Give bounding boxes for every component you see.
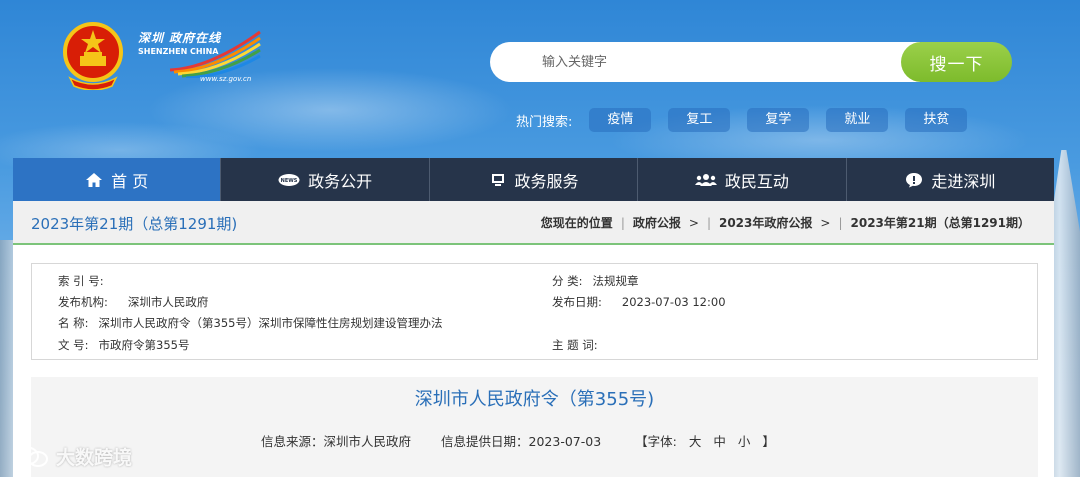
nav-item-label: 政务服务 — [514, 171, 579, 191]
monitor-icon — [491, 173, 504, 186]
breadcrumb-link[interactable]: 2023年第21期（总第1291期） — [851, 214, 1031, 231]
wechat-icon — [15, 446, 48, 467]
divider: | — [706, 215, 711, 230]
nav-item-label: 首 页 — [111, 171, 149, 191]
meta-value: 2023-07-03 12:00 — [621, 295, 726, 309]
hot-search-tag[interactable]: 疫情 — [589, 108, 652, 132]
font-close: 】 — [762, 434, 775, 449]
document-info: 信息来源：深圳市人民政府 信息提供日期：2023-07-03 【字体: 大 中 … — [261, 431, 779, 450]
font-small-button[interactable]: 小 — [738, 434, 751, 449]
meta-value: 法规规章 — [592, 274, 639, 288]
meta-label: 主 题 词: — [552, 338, 598, 352]
nav-item-interaction[interactable]: 政民互动 — [638, 158, 847, 201]
chevron-right-icon: > — [688, 215, 699, 230]
search-bar: 搜一下 — [490, 42, 1012, 82]
search-button[interactable]: 搜一下 — [901, 42, 1012, 82]
national-emblem-icon — [63, 22, 123, 90]
hot-search-tag[interactable]: 复工 — [668, 108, 731, 132]
issue-title: 2023年第21期（总第1291期) — [31, 215, 238, 233]
divider: | — [620, 215, 625, 230]
hot-search-tag[interactable]: 扶贫 — [905, 108, 968, 132]
meta-value: 深圳市人民政府令（第355号）深圳市保障性住房规划建设管理办法 — [98, 316, 443, 330]
meta-index: 索 引 号: — [58, 273, 114, 289]
info-source: 信息来源：深圳市人民政府 — [261, 434, 412, 449]
font-size-switcher: 【字体: 大 中 小 】 — [631, 431, 779, 450]
chat-icon — [906, 172, 923, 187]
svg-text:NEWS: NEWS — [281, 178, 298, 184]
chevron-right-icon: > — [820, 215, 831, 230]
meta-subject: 主 题 词: — [552, 337, 608, 353]
main-nav: 首 页 NEWS 政务公开 政务服务 政民互动 走进深圳 — [13, 158, 1054, 201]
meta-name: 名 称: 深圳市人民政府令（第355号）深圳市保障性住房规划建设管理办法 — [58, 315, 442, 331]
logo-url-text: www.sz.gov.cn — [200, 75, 252, 83]
watermark-text: 大数跨境 — [56, 447, 133, 469]
nav-item-gov-services[interactable]: 政务服务 — [430, 158, 639, 201]
hot-search-tag[interactable]: 就业 — [826, 108, 889, 132]
meta-label: 文 号: — [58, 338, 89, 352]
breadcrumb: 您现在的位置 | 政府公报 > | 2023年政府公报 > | 2023年第21… — [541, 214, 1030, 231]
meta-publisher: 发布机构: 深圳市人民政府 — [58, 294, 208, 310]
meta-value: 深圳市人民政府 — [127, 295, 209, 309]
hot-search-label: 热门搜索: — [516, 114, 573, 130]
news-icon: NEWS — [278, 173, 300, 186]
meta-category: 分 类: 法规规章 — [552, 273, 639, 289]
watermark: 大数跨境 — [14, 443, 132, 470]
font-medium-button[interactable]: 中 — [713, 434, 726, 449]
meta-label: 索 引 号: — [58, 274, 104, 288]
document-metadata: 索 引 号: 分 类: 法规规章 发布机构: 深圳市人民政府 发布日期: 2023-0… — [31, 263, 1038, 360]
people-icon — [694, 173, 717, 186]
breadcrumb-link[interactable]: 政府公报 — [633, 214, 681, 231]
divider: | — [838, 215, 843, 230]
nav-item-home[interactable]: 首 页 — [13, 158, 222, 201]
nav-item-label: 政务公开 — [308, 171, 373, 191]
meta-label: 发布日期: — [552, 295, 602, 309]
meta-docno: 文 号: 市政府令第355号 — [58, 337, 189, 353]
meta-label: 分 类: — [552, 274, 583, 288]
meta-date: 发布日期: 2023-07-03 12:00 — [552, 294, 726, 310]
document-header: 深圳市人民政府令（第355号) 信息来源：深圳市人民政府 信息提供日期：2023… — [31, 377, 1038, 477]
meta-label: 发布机构: — [58, 295, 108, 309]
location-label: 您现在的位置 — [540, 216, 613, 230]
nav-item-label: 走进深圳 — [931, 171, 996, 191]
font-large-button[interactable]: 大 — [689, 434, 702, 449]
hot-search: 热门搜索: 疫情 复工 复学 就业 扶贫 — [516, 108, 984, 132]
nav-item-label: 政民互动 — [724, 171, 789, 191]
breadcrumb-link[interactable]: 2023年政府公报 — [719, 214, 812, 231]
nav-item-gov-affairs[interactable]: NEWS 政务公开 — [221, 158, 430, 201]
hot-search-tag[interactable]: 复学 — [747, 108, 810, 132]
meta-label: 名 称: — [58, 316, 89, 330]
building-decoration — [0, 240, 14, 477]
meta-value: 市政府令第355号 — [98, 338, 190, 352]
info-date: 信息提供日期：2023-07-03 — [441, 434, 602, 449]
nav-item-about-shenzhen[interactable]: 走进深圳 — [847, 158, 1054, 201]
breadcrumb-bar: 2023年第21期（总第1291期) 您现在的位置 | 政府公报 > | 202… — [13, 201, 1054, 245]
font-label: 【字体: — [635, 434, 677, 449]
shenzhen-logo-swoosh-icon — [170, 30, 261, 78]
document-title: 深圳市人民政府令（第355号) — [414, 389, 655, 410]
home-icon — [86, 172, 103, 187]
search-input[interactable] — [490, 42, 920, 82]
content-panel: 索 引 号: 分 类: 法规规章 发布机构: 深圳市人民政府 发布日期: 2023-0… — [13, 245, 1054, 477]
